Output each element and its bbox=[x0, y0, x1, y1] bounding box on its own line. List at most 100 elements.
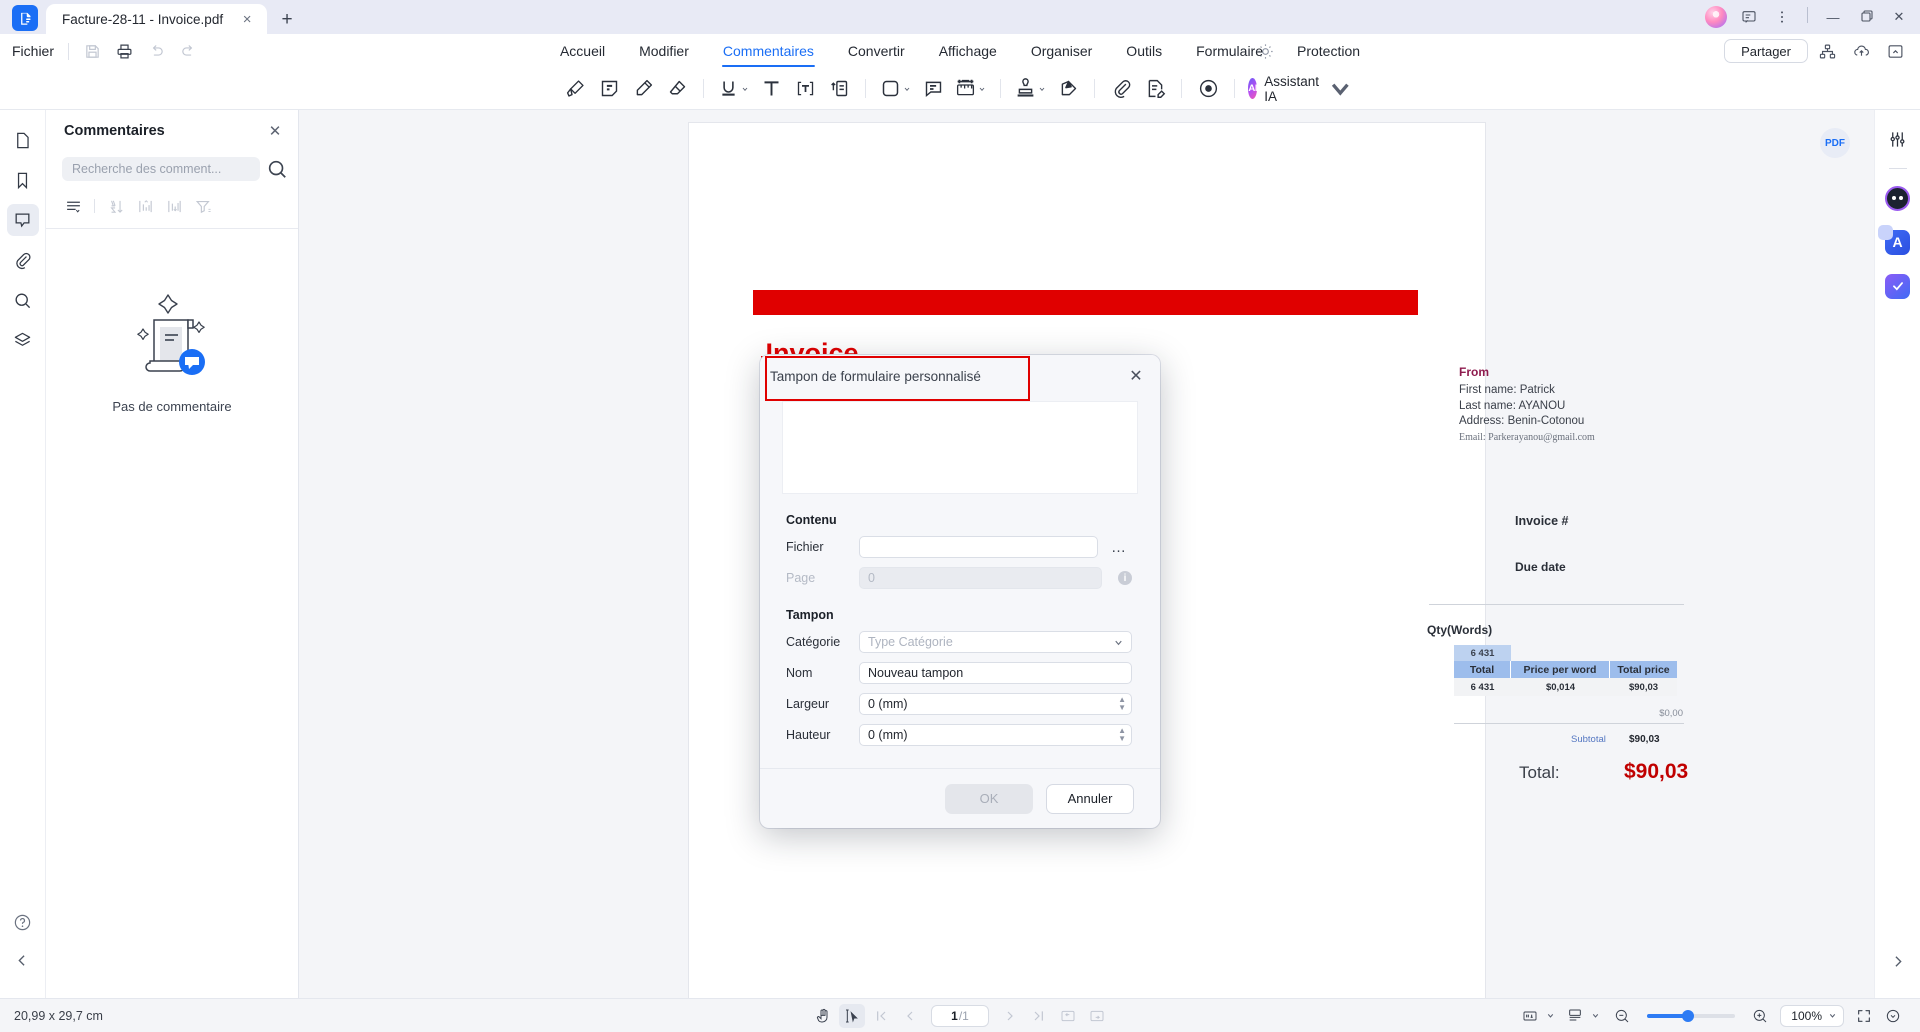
file-label: Fichier bbox=[786, 540, 824, 554]
minimize-button[interactable]: — bbox=[1818, 4, 1848, 30]
share-network-icon[interactable] bbox=[1812, 38, 1842, 64]
eraser-tool-icon[interactable] bbox=[660, 73, 694, 105]
height-spinner-icon[interactable]: ▲ ▼ bbox=[1118, 727, 1126, 743]
comment-balloon-icon[interactable] bbox=[916, 73, 950, 105]
more-options-icon[interactable] bbox=[1767, 4, 1797, 30]
callout-tool-icon[interactable] bbox=[822, 73, 856, 105]
width-label: Largeur bbox=[786, 697, 830, 711]
width-stepper[interactable] bbox=[859, 693, 1132, 715]
page-navigation: 1 /1 bbox=[810, 1003, 1110, 1028]
zoom-slider-fill bbox=[1647, 1013, 1687, 1018]
save-icon[interactable] bbox=[77, 38, 107, 64]
highlight-tool-icon[interactable] bbox=[558, 73, 592, 105]
modal-overlay: Tampon de formulaire personnalisé ✕ Cont… bbox=[0, 110, 1920, 998]
shapes-tool-icon[interactable] bbox=[875, 73, 916, 105]
measure-tool-icon[interactable] bbox=[950, 73, 991, 105]
page-number-box[interactable]: 1 /1 bbox=[931, 1004, 989, 1027]
feedback-icon[interactable] bbox=[1734, 4, 1764, 30]
ok-button[interactable]: OK bbox=[945, 783, 1033, 814]
zoom-slider-handle[interactable] bbox=[1682, 1009, 1695, 1022]
previous-view-icon[interactable] bbox=[1055, 1004, 1081, 1028]
maximize-button[interactable] bbox=[1851, 4, 1881, 30]
underline-tool-icon[interactable] bbox=[713, 73, 754, 105]
ai-assistant-button[interactable]: AI Assistant IA bbox=[1244, 74, 1361, 104]
field-row-page: Page i bbox=[760, 558, 1160, 589]
undo-icon[interactable] bbox=[141, 38, 171, 64]
name-input[interactable] bbox=[859, 662, 1132, 684]
width-stepper-wrapper[interactable]: ▲▼ bbox=[859, 693, 1132, 715]
actual-size-icon[interactable] bbox=[1517, 1004, 1543, 1028]
field-row-width: Largeur ▲▼ bbox=[760, 684, 1160, 715]
cancel-button[interactable]: Annuler bbox=[1046, 783, 1134, 814]
tab-protection[interactable]: Protection bbox=[1280, 34, 1377, 68]
print-icon[interactable] bbox=[109, 38, 139, 64]
info-icon[interactable]: i bbox=[1118, 571, 1132, 585]
tab-organiser[interactable]: Organiser bbox=[1014, 34, 1109, 68]
collapse-ribbon-icon[interactable] bbox=[1880, 38, 1910, 64]
text-box-tool-icon[interactable] bbox=[788, 73, 822, 105]
file-input[interactable] bbox=[859, 536, 1098, 558]
close-tab-icon[interactable]: × bbox=[237, 9, 257, 29]
last-page-icon[interactable] bbox=[1026, 1004, 1052, 1028]
toolbar-divider-5 bbox=[1181, 79, 1183, 98]
tab-accueil[interactable]: Accueil bbox=[543, 34, 622, 68]
page-layout-icon[interactable] bbox=[1562, 1004, 1588, 1028]
height-stepper-wrapper[interactable]: ▲▼ bbox=[859, 724, 1132, 746]
text-tool-icon[interactable] bbox=[754, 73, 788, 105]
tab-modifier[interactable]: Modifier bbox=[622, 34, 706, 68]
share-button[interactable]: Partager bbox=[1724, 39, 1808, 63]
tab-affichage[interactable]: Affichage bbox=[922, 34, 1014, 68]
zoom-level-value: 100% bbox=[1791, 1008, 1822, 1023]
actual-size-caret-icon[interactable] bbox=[1546, 1011, 1555, 1020]
redo-icon[interactable] bbox=[173, 38, 203, 64]
fullscreen-icon[interactable] bbox=[1851, 1004, 1877, 1028]
toolbar-divider bbox=[703, 79, 705, 98]
ribbon-tabs: Accueil Modifier Commentaires Convertir … bbox=[543, 34, 1377, 68]
file-menu-button[interactable]: Fichier bbox=[0, 43, 68, 59]
height-label: Hauteur bbox=[786, 728, 831, 742]
current-page-value[interactable]: 1 bbox=[951, 1009, 958, 1023]
cloud-upload-icon[interactable] bbox=[1846, 38, 1876, 64]
category-select-wrapper[interactable] bbox=[859, 631, 1132, 653]
attachment-tool-icon[interactable] bbox=[1104, 73, 1138, 105]
pencil-tool-icon[interactable] bbox=[626, 73, 660, 105]
dialog-close-icon[interactable]: ✕ bbox=[1124, 364, 1148, 388]
tab-commentaires[interactable]: Commentaires bbox=[706, 34, 831, 68]
next-page-icon[interactable] bbox=[997, 1004, 1023, 1028]
custom-stamp-dialog[interactable]: Tampon de formulaire personnalisé ✕ Cont… bbox=[760, 355, 1160, 828]
sticky-note-icon[interactable] bbox=[592, 73, 626, 105]
zoom-controls: 100% bbox=[1517, 1004, 1906, 1028]
more-view-options-icon[interactable] bbox=[1880, 1004, 1906, 1028]
page-layout-caret-icon[interactable] bbox=[1591, 1011, 1600, 1020]
zoom-out-icon[interactable] bbox=[1609, 1004, 1635, 1028]
form-edit-icon[interactable] bbox=[1138, 73, 1172, 105]
document-tab[interactable]: Facture-28-11 - Invoice.pdf × bbox=[46, 4, 268, 34]
tab-convertir[interactable]: Convertir bbox=[831, 34, 922, 68]
next-view-icon[interactable] bbox=[1084, 1004, 1110, 1028]
new-tab-icon[interactable]: + bbox=[277, 9, 297, 30]
section-content-heading: Contenu bbox=[786, 513, 837, 527]
category-select[interactable] bbox=[859, 631, 1132, 653]
browse-file-button[interactable]: … bbox=[1106, 536, 1132, 558]
zoom-in-icon[interactable] bbox=[1747, 1004, 1773, 1028]
status-bar: 20,99 x 29,7 cm 1 /1 100% bbox=[0, 998, 1920, 1032]
first-page-icon[interactable] bbox=[868, 1004, 894, 1028]
tab-outils[interactable]: Outils bbox=[1109, 34, 1179, 68]
stamp-preview-area[interactable] bbox=[782, 401, 1138, 494]
signature-tool-icon[interactable] bbox=[1051, 73, 1085, 105]
select-tool-icon[interactable] bbox=[839, 1003, 865, 1028]
previous-page-icon[interactable] bbox=[897, 1004, 923, 1028]
zoom-slider[interactable] bbox=[1647, 1009, 1736, 1022]
document-tab-label: Facture-28-11 - Invoice.pdf bbox=[62, 11, 224, 27]
user-avatar[interactable] bbox=[1701, 4, 1731, 30]
width-spinner-icon[interactable]: ▲ ▼ bbox=[1118, 696, 1126, 712]
tab-formulaire[interactable]: Formulaire bbox=[1179, 34, 1280, 68]
preview-eye-icon[interactable] bbox=[1191, 73, 1225, 105]
app-logo-icon bbox=[12, 5, 38, 31]
height-stepper[interactable] bbox=[859, 724, 1132, 746]
close-window-button[interactable]: ✕ bbox=[1884, 4, 1914, 30]
zoom-level-box[interactable]: 100% bbox=[1780, 1004, 1844, 1027]
hand-tool-icon[interactable] bbox=[810, 1004, 836, 1028]
stamp-tool-icon[interactable] bbox=[1010, 73, 1051, 105]
zoom-level-caret-icon bbox=[1829, 1014, 1836, 1018]
